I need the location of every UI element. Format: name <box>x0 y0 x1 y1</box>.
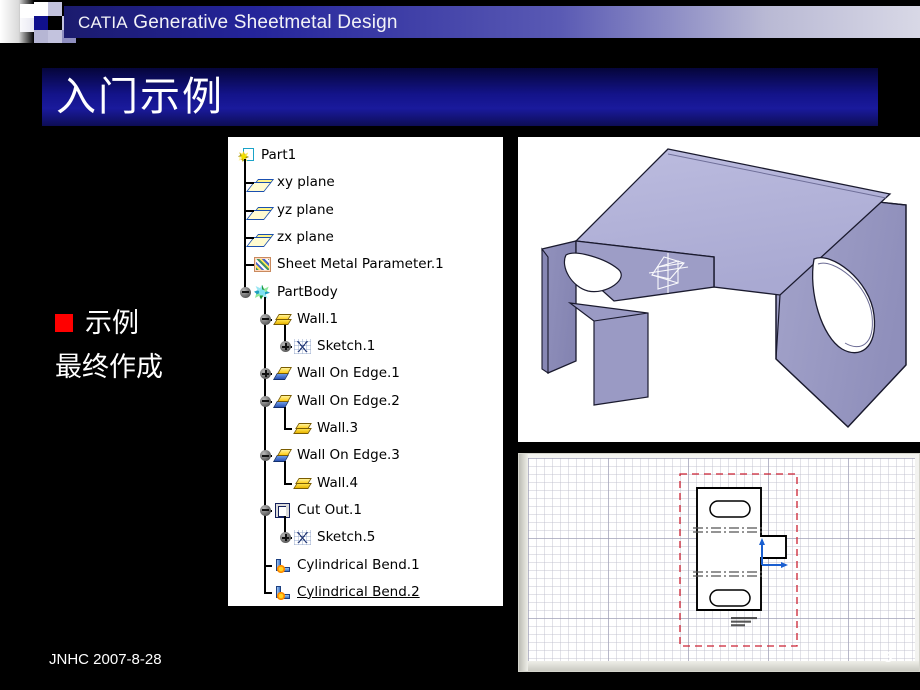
logo-square <box>34 2 48 16</box>
tree-node[interactable]: Wall.4 <box>293 470 359 497</box>
tree-node[interactable]: Sketch.5 <box>294 524 375 551</box>
flat-pattern-canvas[interactable] <box>528 458 915 661</box>
tree-node[interactable]: Part1 <box>238 142 296 169</box>
slot-upper <box>709 500 751 518</box>
tree-node[interactable]: Wall On Edge.2 <box>272 388 400 415</box>
tree-node[interactable]: Sheet Metal Parameter.1 <box>254 251 444 278</box>
specification-tree-inner: Part1 xy plane yz plane zx plane Sheet Metal… <box>228 137 503 606</box>
wall-on-edge-icon <box>272 365 293 382</box>
logo-square <box>48 16 62 30</box>
bullet-label: 示例 <box>85 308 139 338</box>
header-brand: CATIA <box>78 13 128 32</box>
horizontal-scrollbar[interactable] <box>528 661 919 671</box>
checker-squares-logo <box>0 0 76 43</box>
tree-node[interactable]: Cut Out.1 <box>274 497 362 524</box>
tree-node[interactable]: Wall On Edge.1 <box>272 360 400 387</box>
model-svg <box>541 148 907 428</box>
tree-connector <box>244 209 254 212</box>
tree-node-label: Cut Out.1 <box>297 501 362 518</box>
header-title: CATIA Generative Sheetmetal Design <box>78 11 398 35</box>
collapse-toggle-icon[interactable] <box>260 504 271 516</box>
tree-node-label: Cylindrical Bend.2 <box>297 583 420 600</box>
slot-lower <box>709 589 751 607</box>
tree-node-label: yz plane <box>277 201 334 218</box>
tree-connector <box>244 264 254 267</box>
tree-node[interactable]: zx plane <box>251 224 334 251</box>
tree-node-label: Wall On Edge.3 <box>297 447 400 464</box>
collapse-toggle-icon[interactable] <box>260 450 271 462</box>
tree-node[interactable]: Wall On Edge.3 <box>272 442 400 469</box>
tree-node-label: zx plane <box>277 228 334 245</box>
plane-icon <box>251 202 275 219</box>
collapse-toggle-icon[interactable] <box>260 313 271 325</box>
tree-node-label: Wall.1 <box>297 310 339 327</box>
tree-connector <box>284 428 292 430</box>
logo-square <box>34 16 48 30</box>
bullet-block: 示例 最终作成 <box>55 308 225 382</box>
logo-square <box>34 30 48 43</box>
tree-node[interactable]: PartBody <box>254 279 338 306</box>
tree-node-label: xy plane <box>277 174 335 191</box>
tree-node[interactable]: Sketch.1 <box>294 333 375 360</box>
tree-connector <box>244 182 254 185</box>
cylindrical-bend-icon <box>274 584 293 601</box>
tree-node-label: Sketch.5 <box>317 529 376 546</box>
tree-node-label: Wall.3 <box>317 420 359 436</box>
sketch-icon <box>294 529 313 546</box>
isometric-3d-model-view[interactable] <box>518 137 920 442</box>
flat-pattern-unfold-view[interactable] <box>518 453 920 672</box>
collapse-toggle-icon[interactable] <box>260 395 271 407</box>
bullet-row: 示例 <box>55 308 225 338</box>
header-bar: CATIA Generative Sheetmetal Design <box>0 0 920 43</box>
tree-node[interactable]: Wall.3 <box>293 415 359 442</box>
tree-node[interactable]: Cylindrical Bend.2 <box>274 579 420 606</box>
tree-node-label: Wall.4 <box>317 474 359 491</box>
tree-node[interactable]: yz plane <box>251 197 334 224</box>
vertical-scrollbar[interactable] <box>519 454 528 671</box>
sheetmetal-parameter-icon <box>254 256 273 273</box>
logo-square <box>48 2 62 16</box>
plane-icon <box>251 174 275 191</box>
cylindrical-bend-icon <box>274 557 293 574</box>
tree-connector <box>244 236 254 239</box>
tree-node[interactable]: xy plane <box>251 169 335 196</box>
tree-node-label: Wall On Edge.1 <box>297 365 400 382</box>
specification-tree-panel[interactable]: Part1 xy plane yz plane zx plane Sheet Metal… <box>228 137 503 606</box>
tree-node[interactable]: Cylindrical Bend.1 <box>274 552 420 579</box>
flat-pattern-svg <box>679 473 798 647</box>
tree-connector <box>244 159 246 292</box>
logo-square <box>48 30 62 43</box>
flat-pattern-annotation <box>731 617 757 627</box>
plane-icon <box>251 229 275 246</box>
tree-connector <box>284 406 286 428</box>
tree-connector <box>264 564 272 567</box>
tree-connector <box>284 461 286 483</box>
tree-node-label: Part1 <box>261 147 297 163</box>
tree-node-label: Sketch.1 <box>317 338 376 355</box>
tree-connector <box>264 296 266 592</box>
header-product: Generative Sheetmetal Design <box>133 12 398 33</box>
square-bullet-icon <box>55 314 73 332</box>
expand-toggle-icon[interactable] <box>280 532 291 544</box>
part-icon <box>238 147 257 164</box>
tree-node-label: Sheet Metal Parameter.1 <box>277 256 444 273</box>
expand-toggle-icon[interactable] <box>260 368 271 380</box>
wall-icon <box>293 475 313 492</box>
page-number: 3 <box>884 649 893 666</box>
collapse-toggle-icon[interactable] <box>240 286 251 298</box>
tree-connector <box>284 482 292 485</box>
tree-connector <box>264 591 272 594</box>
tree-node-label: Cylindrical Bend.1 <box>297 556 420 573</box>
wall-icon <box>293 420 313 437</box>
expand-toggle-icon[interactable] <box>280 341 291 353</box>
bullet-sub-label: 最终作成 <box>55 352 163 382</box>
footer-credit: JNHC 2007-8-28 <box>49 651 162 668</box>
page-title: 入门示例 <box>56 74 224 119</box>
tree-node-label: PartBody <box>277 283 338 300</box>
tree-node-label: Wall On Edge.2 <box>297 392 400 409</box>
sketch-icon <box>294 338 313 355</box>
logo-fade <box>0 0 34 43</box>
